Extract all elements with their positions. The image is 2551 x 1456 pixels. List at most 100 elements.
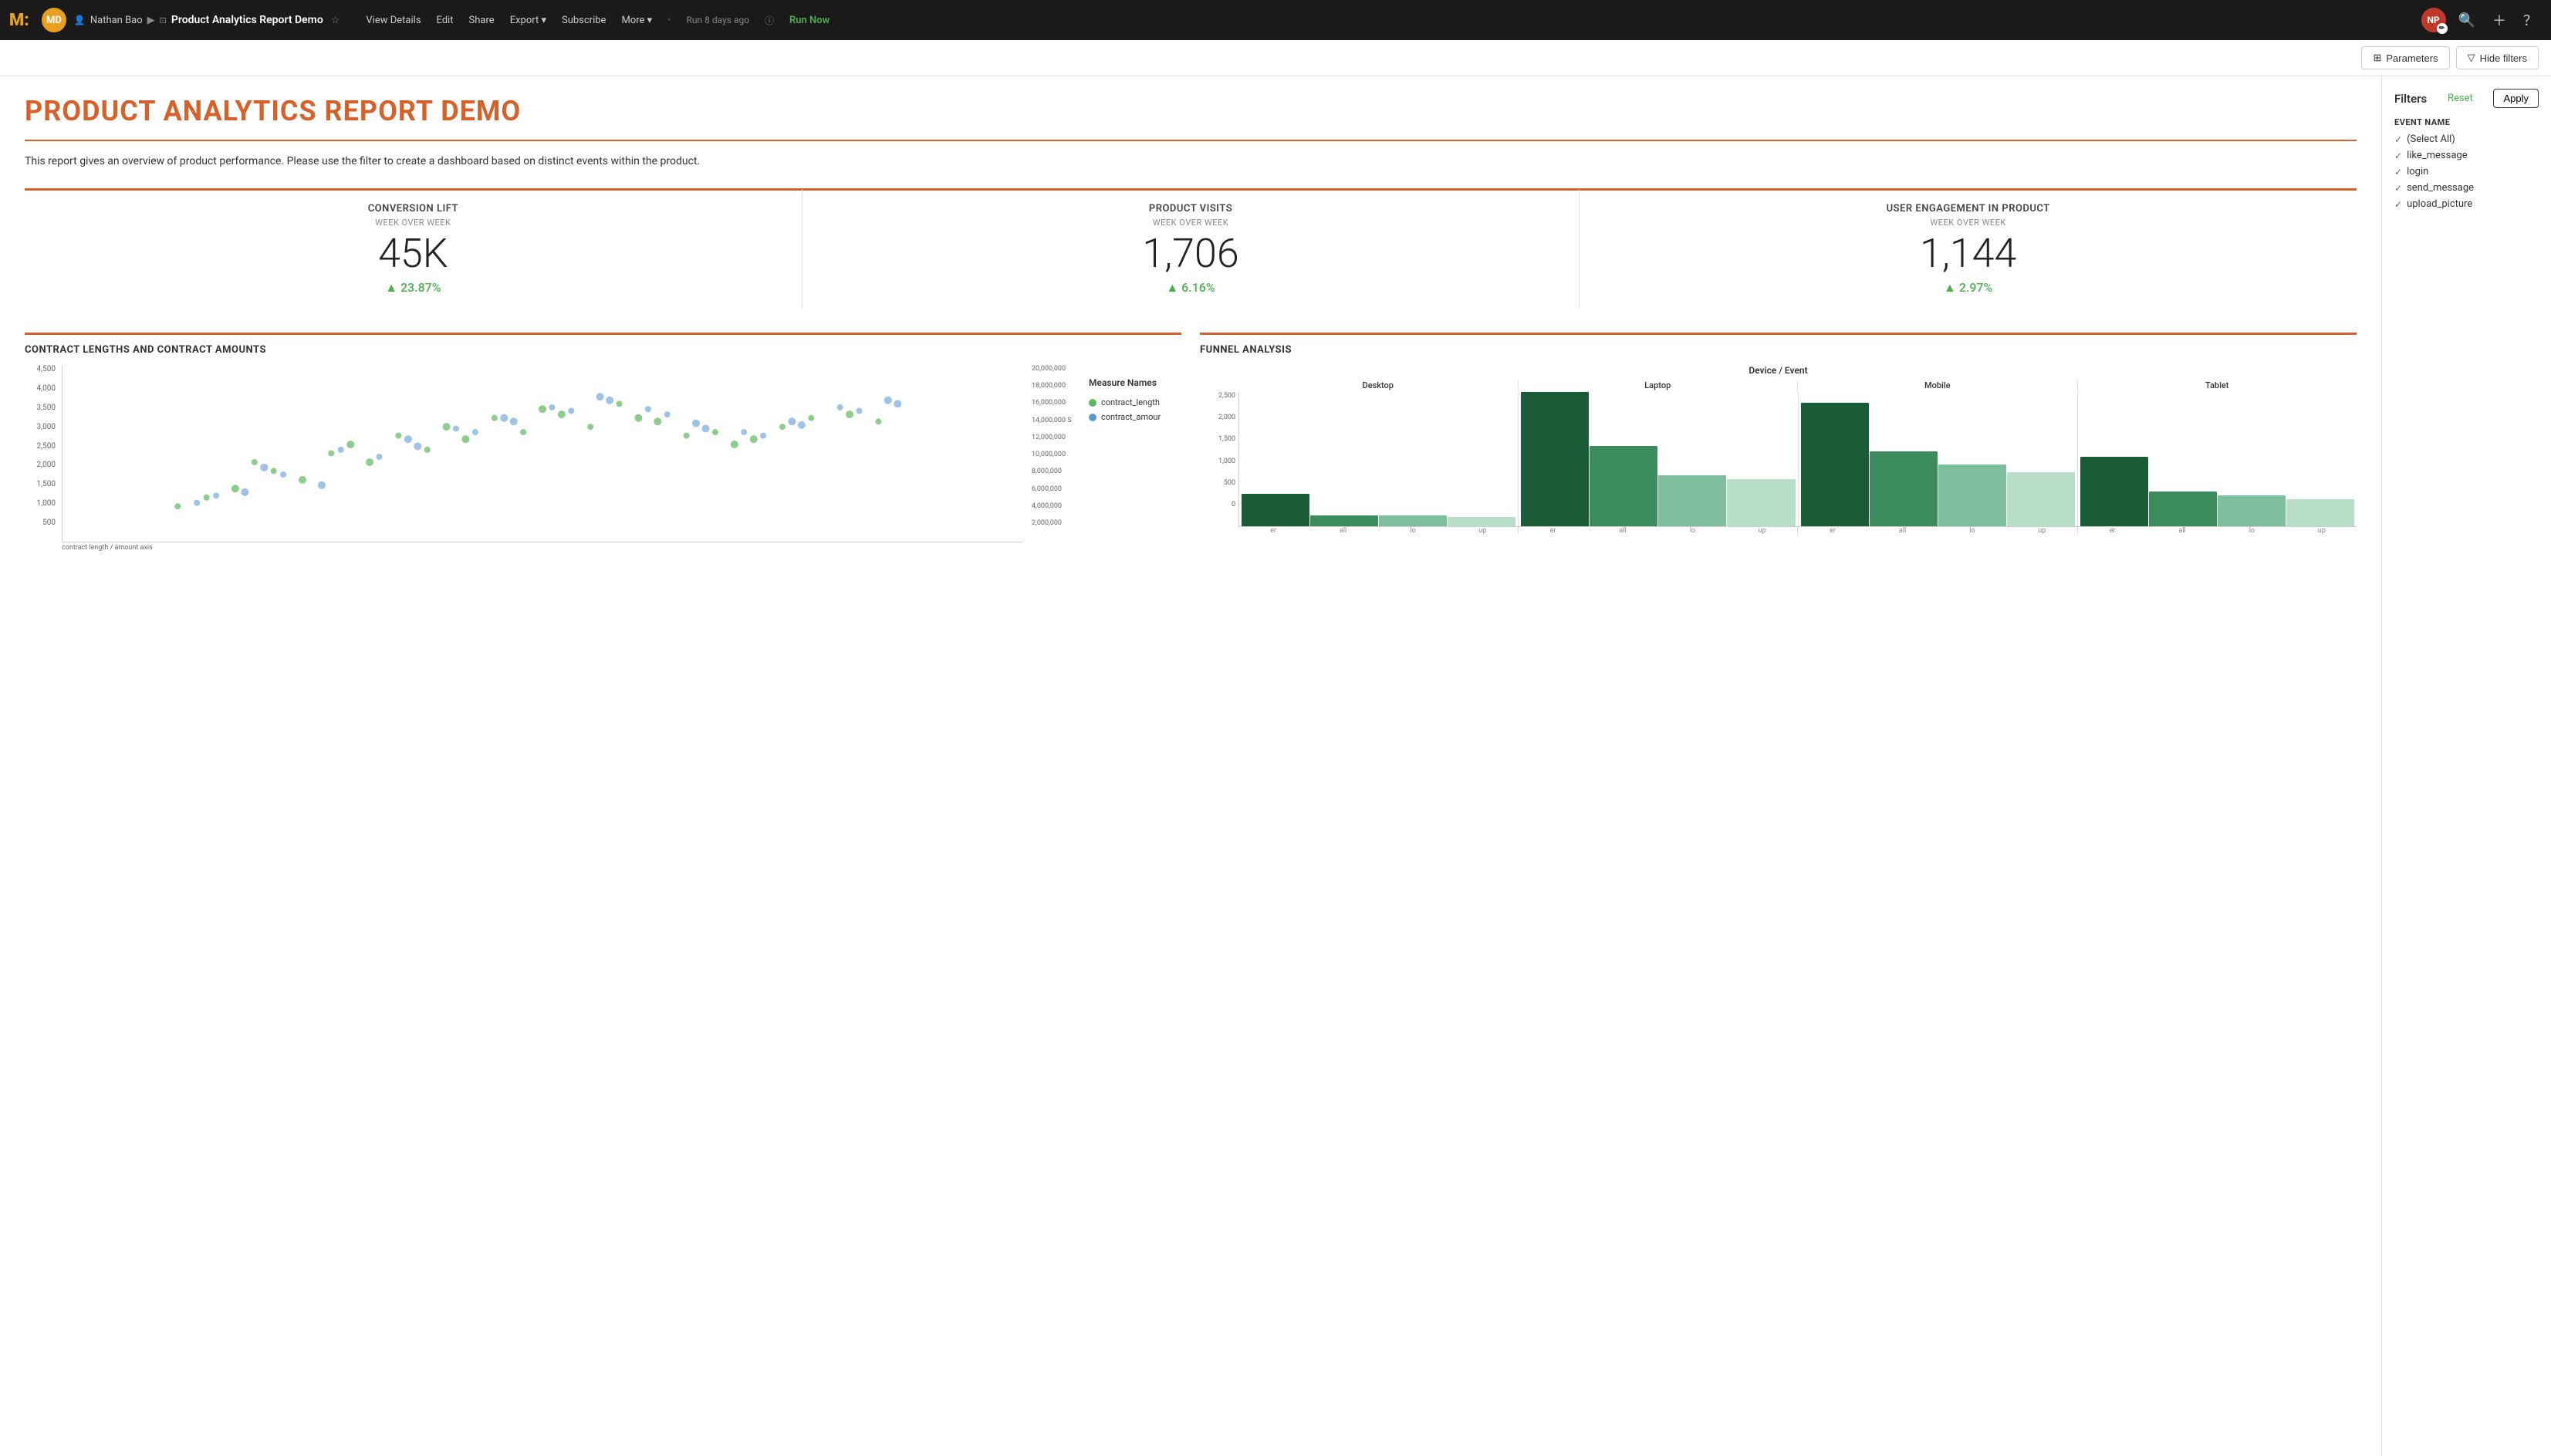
filter-icon: ▽ (2468, 52, 2475, 64)
bar-tablet-lo (2218, 495, 2286, 526)
x-labels-desktop: er all lo up (1238, 527, 1519, 535)
filter-item-login[interactable]: ✓ login (2394, 166, 2539, 177)
bar-desktop-up (1448, 517, 1515, 526)
help-icon[interactable]: ？ (2519, 7, 2542, 33)
report-description: This report gives an overview of product… (25, 154, 2357, 170)
filters-header: Filters Reset Apply (2394, 89, 2539, 108)
funnel-container: Device / Event Desktop Laptop Mobile Tab… (1200, 365, 2357, 535)
kpi-conversion-value: 45K (43, 234, 783, 274)
filter-label-like-message: like_message (2407, 150, 2468, 161)
star-icon[interactable]: ☆ (331, 15, 340, 26)
kpi-conversion-change: ▲ 23.87% (43, 280, 783, 296)
x-label-laptop-up: up (1728, 527, 1797, 535)
edit-badge-icon: ✏ (2437, 23, 2448, 34)
check-icon-upload-picture: ✓ (2394, 199, 2402, 210)
funnel-device-headers: Desktop Laptop Mobile Tablet (1238, 380, 2357, 390)
export-menu[interactable]: Export ▾ (504, 12, 552, 29)
kpi-conversion-lift: CONVERSION LIFT WEEK OVER WEEK 45K ▲ 23.… (25, 188, 802, 308)
app-logo: M: (9, 11, 29, 30)
x-label-laptop-lo: lo (1657, 527, 1727, 535)
x-label-tablet-up: up (2287, 527, 2357, 535)
profile-avatar[interactable]: NP ✏ (2421, 8, 2446, 32)
info-icon: ⓘ (759, 11, 780, 30)
kpi-product-visits: PRODUCT VISITS WEEK OVER WEEK 1,706 ▲ 6.… (802, 188, 1580, 308)
hide-filters-button[interactable]: ▽ Hide filters (2456, 46, 2539, 69)
breadcrumb-user[interactable]: Nathan Bao (90, 15, 143, 26)
funnel-chart-body: 2,500 2,000 1,500 1,000 500 0 (1200, 392, 2357, 527)
bar-desktop-lo (1379, 515, 1447, 526)
legend-item-contract-length: contract_length (1089, 397, 1181, 407)
x-label-mobile-all: all (1867, 527, 1937, 535)
kpi-engagement-change: ▲ 2.97% (1598, 280, 2338, 296)
bar-group-tablet (2078, 392, 2357, 526)
bar-desktop-er (1242, 494, 1309, 526)
funnel-device-label: Device / Event (1200, 365, 2357, 376)
hide-filters-label: Hide filters (2480, 52, 2527, 64)
kpi-engagement-sublabel: WEEK OVER WEEK (1598, 218, 2338, 228)
scatter-y-axis: 4,5004,0003,500 3,0002,5002,000 1,5001,0… (25, 365, 56, 542)
bar-mobile-up (2007, 472, 2075, 526)
x-label-tablet-er: er (2078, 527, 2147, 535)
toolbar: ⊞ Parameters ▽ Hide filters (0, 40, 2551, 76)
user-avatar: MD (42, 8, 66, 32)
report-title: PRODUCT ANALYTICS REPORT DEMO (25, 95, 2357, 127)
kpi-visits-change: ▲ 6.16% (821, 280, 1561, 296)
breadcrumb-title: Product Analytics Report Demo (171, 14, 323, 26)
filters-panel: Filters Reset Apply EVENT NAME ✓ (Select… (2381, 76, 2551, 1456)
filter-item-select-all[interactable]: ✓ (Select All) (2394, 133, 2539, 145)
subscribe-link[interactable]: Subscribe (556, 12, 612, 29)
run-info: Run 8 days ago (681, 12, 756, 29)
edit-link[interactable]: Edit (431, 12, 460, 29)
run-now-button[interactable]: Run Now (783, 12, 836, 29)
share-link[interactable]: Share (463, 12, 501, 29)
device-mobile-header: Mobile (1798, 380, 2078, 390)
x-label-desktop-up: up (1448, 527, 1517, 535)
view-details-link[interactable]: View Details (360, 12, 427, 29)
kpi-visits-value: 1,706 (821, 234, 1561, 274)
filter-item-upload-picture[interactable]: ✓ upload_picture (2394, 198, 2539, 210)
scatter-legend: Measure Names contract_length contract_a… (1089, 365, 1181, 542)
scatter-x-label: contract length / amount axis (62, 544, 1181, 552)
filter-item-like-message[interactable]: ✓ like_message (2394, 150, 2539, 161)
kpi-visits-label: PRODUCT VISITS (821, 203, 1561, 215)
legend-label-contract-length: contract_length (1101, 397, 1160, 407)
bar-desktop-all (1310, 515, 1378, 526)
legend-color-contract-length (1089, 399, 1096, 407)
bar-group-mobile (1799, 392, 2078, 526)
funnel-chart-card: FUNNEL ANALYSIS Device / Event Desktop L… (1200, 333, 2357, 552)
bar-mobile-er (1801, 403, 1869, 526)
report-divider (25, 140, 2357, 141)
search-icon[interactable]: 🔍 (2454, 9, 2480, 32)
bar-tablet-all (2149, 492, 2217, 526)
filter-label-login: login (2407, 166, 2428, 177)
kpi-visits-sublabel: WEEK OVER WEEK (821, 218, 1561, 228)
bar-tablet-up (2286, 499, 2354, 526)
kpi-user-engagement: USER ENGAGEMENT IN PRODUCT WEEK OVER WEE… (1579, 188, 2357, 308)
legend-title: Measure Names (1089, 377, 1181, 388)
x-label-tablet-all: all (2147, 527, 2217, 535)
x-labels-mobile: er all lo up (1798, 527, 2078, 535)
scatter-chart-title: CONTRACT LENGTHS AND CONTRACT AMOUNTS (25, 344, 1181, 356)
filter-label-send-message: send_message (2407, 182, 2474, 194)
parameters-button[interactable]: ⊞ Parameters (2361, 46, 2449, 69)
filters-apply-button[interactable]: Apply (2493, 89, 2539, 108)
kpi-conversion-sublabel: WEEK OVER WEEK (43, 218, 783, 228)
charts-row: CONTRACT LENGTHS AND CONTRACT AMOUNTS 4,… (25, 333, 2357, 552)
filters-reset-button[interactable]: Reset (2448, 93, 2473, 104)
more-menu[interactable]: More ▾ (615, 12, 658, 29)
check-icon-select-all: ✓ (2394, 134, 2402, 145)
bar-group-desktop (1239, 392, 1519, 526)
parameters-icon: ⊞ (2373, 52, 2381, 64)
x-label-mobile-up: up (2007, 527, 2076, 535)
funnel-x-labels: er all lo up er all lo up er (1238, 527, 2357, 535)
bar-laptop-up (1727, 479, 1795, 526)
x-label-desktop-lo: lo (1378, 527, 1448, 535)
main-layout: PRODUCT ANALYTICS REPORT DEMO This repor… (0, 76, 2551, 1456)
legend-item-contract-amount: contract_amour (1089, 412, 1181, 422)
add-icon[interactable]: ＋ (2488, 7, 2511, 33)
x-label-laptop-er: er (1519, 527, 1588, 535)
filter-item-send-message[interactable]: ✓ send_message (2394, 182, 2539, 194)
bar-tablet-er (2080, 457, 2148, 526)
topnav-right-section: NP ✏ 🔍 ＋ ？ (2421, 7, 2542, 33)
parameters-label: Parameters (2386, 52, 2438, 64)
